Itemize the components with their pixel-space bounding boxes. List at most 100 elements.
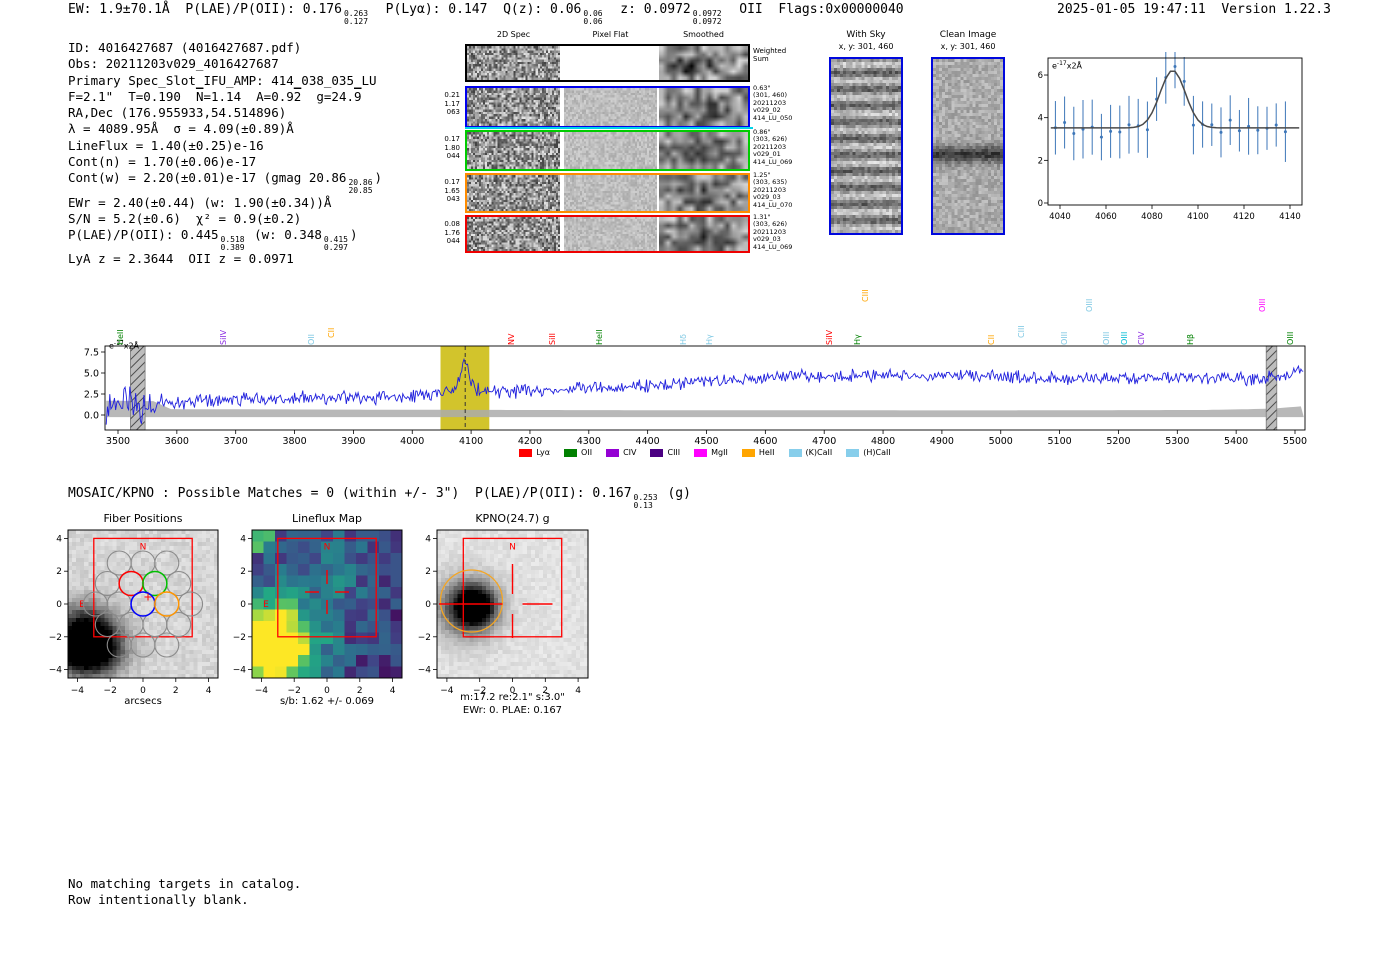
data-point <box>1174 65 1177 68</box>
spec2d-row-smoothed <box>659 217 748 251</box>
info-line: λ = 4089.95Å σ = 4.09(±0.89)Å <box>68 121 382 137</box>
spec2d-row-pixelflat <box>564 175 657 211</box>
spec2d-row-smoothed <box>659 132 748 169</box>
kpno-caption-plae: EWr: 0. PLAE: 0.167 <box>437 705 588 716</box>
legend-item: CIII <box>650 448 680 457</box>
text-segment: (g) <box>660 486 691 501</box>
legend-item: Lyα <box>519 448 550 457</box>
lineflux-compass-north: N <box>324 542 331 552</box>
masked-band <box>1266 346 1277 430</box>
legend-label: MgII <box>711 448 728 457</box>
legend-label: OII <box>581 448 592 457</box>
y-tick-label: 0.0 <box>84 411 99 422</box>
y-tick-label: 0 <box>240 600 246 610</box>
emission-line-label: CIV <box>1137 332 1146 345</box>
kpno-compass-north: N <box>509 542 516 552</box>
spec2d-row-2d <box>467 132 560 169</box>
stacked-fraction: 0.2630.127 <box>344 10 368 25</box>
y-tick-label: −4 <box>49 666 63 676</box>
y-tick-label: −2 <box>418 633 431 643</box>
text-segment: EW: 1.9±70.1Å P(LAE)/P(OII): 0.176 <box>68 2 342 17</box>
x-tick-label: 4060 <box>1095 212 1117 222</box>
spec2d-separator <box>465 127 753 129</box>
fraction-lower: 0.389 <box>221 244 245 252</box>
x-tick-label: 4140 <box>1279 212 1301 222</box>
fraction-lower: 0.0972 <box>693 18 722 26</box>
legend-label: (H)CaII <box>863 448 890 457</box>
legend-swatch <box>650 449 663 457</box>
emission-line-label: OIII <box>1085 299 1094 312</box>
lineflux-catalog-box <box>278 538 376 636</box>
header-timestamp-version: 2025-01-05 19:47:11 Version 1.22.3 <box>1057 2 1331 17</box>
text-segment: z: 0.0972 <box>605 2 691 17</box>
text-segment: (w: 0.348 <box>247 227 322 242</box>
text-segment: EWr = 2.40(±0.44) (w: 1.90(±0.34))Å <box>68 195 331 210</box>
x-tick-label: 5500 <box>1283 436 1307 447</box>
emission-line-label: OIII <box>1060 332 1069 345</box>
selected-fiber-circle <box>155 592 179 616</box>
row-weight-value: 1.76 <box>428 229 460 238</box>
y-tick-label: 4 <box>1038 114 1043 124</box>
text-segment: λ = 4089.95Å σ = 4.09(±0.89)Å <box>68 121 294 136</box>
legend-label: Lyα <box>536 448 550 457</box>
y-tick-label: 0 <box>56 600 62 610</box>
y-tick-label: 2.5 <box>84 390 99 401</box>
y-tick-label: 2 <box>240 567 246 577</box>
legend-label: CIV <box>623 448 636 457</box>
x-tick-label: 4100 <box>459 436 483 447</box>
weighted-label-line: Sum <box>753 55 786 63</box>
fiber-circle <box>95 572 119 596</box>
x-tick-label: 2 <box>173 686 179 696</box>
stacked-fraction: 0.4150.297 <box>324 236 348 251</box>
legend-item: OII <box>564 448 592 457</box>
text-segment: P(LAE)/P(OII): 0.445 <box>68 227 219 242</box>
y-tick-label: 5.0 <box>84 369 99 380</box>
x-tick-label: −2 <box>288 686 301 696</box>
withsky-xy-label: x, y: 301, 460 <box>816 42 916 51</box>
fraction-lower: 0.127 <box>344 18 368 26</box>
footer-line: Row intentionally blank. <box>68 892 301 908</box>
emission-line-label: CII <box>987 335 996 345</box>
plot-frame <box>105 346 1305 430</box>
x-tick-label: 4040 <box>1049 212 1071 222</box>
x-tick-label: 4900 <box>930 436 954 447</box>
mosaic-match-line: MOSAIC/KPNO : Possible Matches = 0 (with… <box>68 486 691 509</box>
text-segment: Cont(w) = 2.20(±0.01)e-17 (gmag 20.86 <box>68 170 346 185</box>
info-line: RA,Dec (176.955933,54.514896) <box>68 105 382 121</box>
x-tick-label: 4500 <box>694 436 718 447</box>
text-segment: F=2.1" T=0.190 <box>68 89 196 104</box>
text-segment: LineFlux = 1.40(±0.25)e-16 <box>68 138 264 153</box>
fiber-circle <box>95 613 119 637</box>
spec2d-row-2d <box>467 175 560 211</box>
spec2d-row-pixelflat <box>564 217 657 251</box>
row-fiber-id-line: 414_LU_069 <box>753 159 797 166</box>
x-tick-label: 0 <box>324 686 330 696</box>
x-tick-label: 2 <box>357 686 363 696</box>
text-segment: Obs: 20211203v029_4016427687 <box>68 56 279 71</box>
y-tick-label: 2 <box>56 567 62 577</box>
row-weight-value: 0.08 <box>428 220 460 229</box>
x-tick-label: 0 <box>140 686 146 696</box>
y-tick-label: 2 <box>425 567 431 577</box>
y-tick-label: 4 <box>240 534 246 544</box>
spec2d-column-title: Smoothed <box>659 30 748 39</box>
detection-info-block: ID: 4016427687 (4016427687.pdf)Obs: 2021… <box>68 40 382 268</box>
lineflux-compass-east: E <box>263 600 269 610</box>
data-point <box>1072 132 1075 135</box>
x-tick-label: 4000 <box>400 436 424 447</box>
fraction-lower: 0.13 <box>634 502 658 510</box>
x-tick-label: 3900 <box>341 436 365 447</box>
stacked-fraction: 20.8620.85 <box>348 179 372 194</box>
row-fiber-id-line: 414_LU_070 <box>753 202 797 209</box>
legend-swatch <box>742 449 755 457</box>
x-tick-label: 3600 <box>165 436 189 447</box>
masked-band <box>130 346 145 430</box>
text-segment: OII Flags:0x00000040 <box>724 2 904 17</box>
y-tick-label: −2 <box>233 633 246 643</box>
x-tick-label: 4 <box>390 686 396 696</box>
legend-item: HeII <box>742 448 775 457</box>
cleanimage-image <box>933 59 1003 233</box>
row-weight-value: 1.80 <box>428 144 460 153</box>
y-tick-label: 2 <box>1038 156 1043 166</box>
text-segment: RA,Dec (176.955933,54.514896) <box>68 105 286 120</box>
